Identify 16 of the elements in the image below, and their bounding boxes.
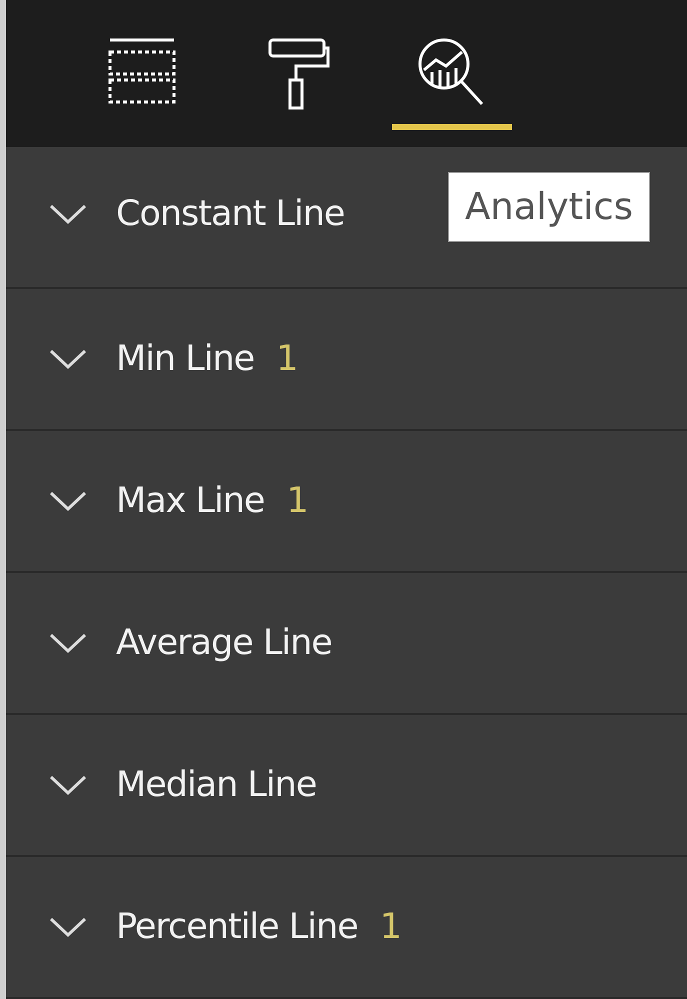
- item-count: 1: [286, 480, 309, 523]
- section-title[interactable]: Average Line: [116, 616, 332, 670]
- section-title[interactable]: Percentile Line: [116, 900, 358, 954]
- section-title[interactable]: Median Line: [116, 758, 316, 812]
- chevron-down-icon[interactable]: [48, 203, 88, 225]
- section-title[interactable]: Max Line: [116, 474, 264, 528]
- chevron-down-icon[interactable]: [48, 916, 88, 938]
- section-title[interactable]: Min Line: [116, 332, 254, 386]
- chevron-down-icon[interactable]: [48, 632, 88, 654]
- item-count: 1: [276, 338, 298, 381]
- chevron-down-icon[interactable]: [48, 348, 88, 370]
- item-count: 1: [380, 906, 402, 949]
- chevron-down-icon[interactable]: [48, 774, 88, 796]
- section-title[interactable]: Constant Line: [116, 188, 344, 240]
- chevron-down-icon[interactable]: [48, 490, 88, 512]
- tooltip: Analytics: [448, 172, 650, 242]
